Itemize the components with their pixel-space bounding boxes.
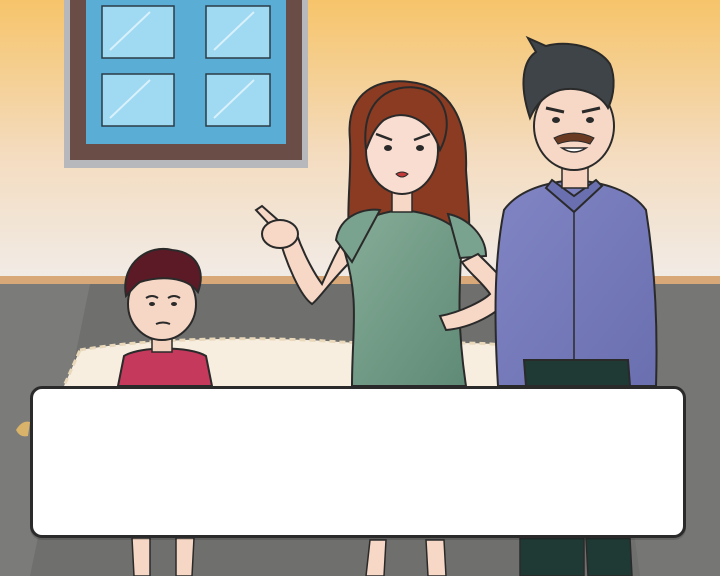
dialog-text (51, 405, 665, 519)
window (64, 0, 308, 168)
dialog-box[interactable] (30, 386, 686, 538)
